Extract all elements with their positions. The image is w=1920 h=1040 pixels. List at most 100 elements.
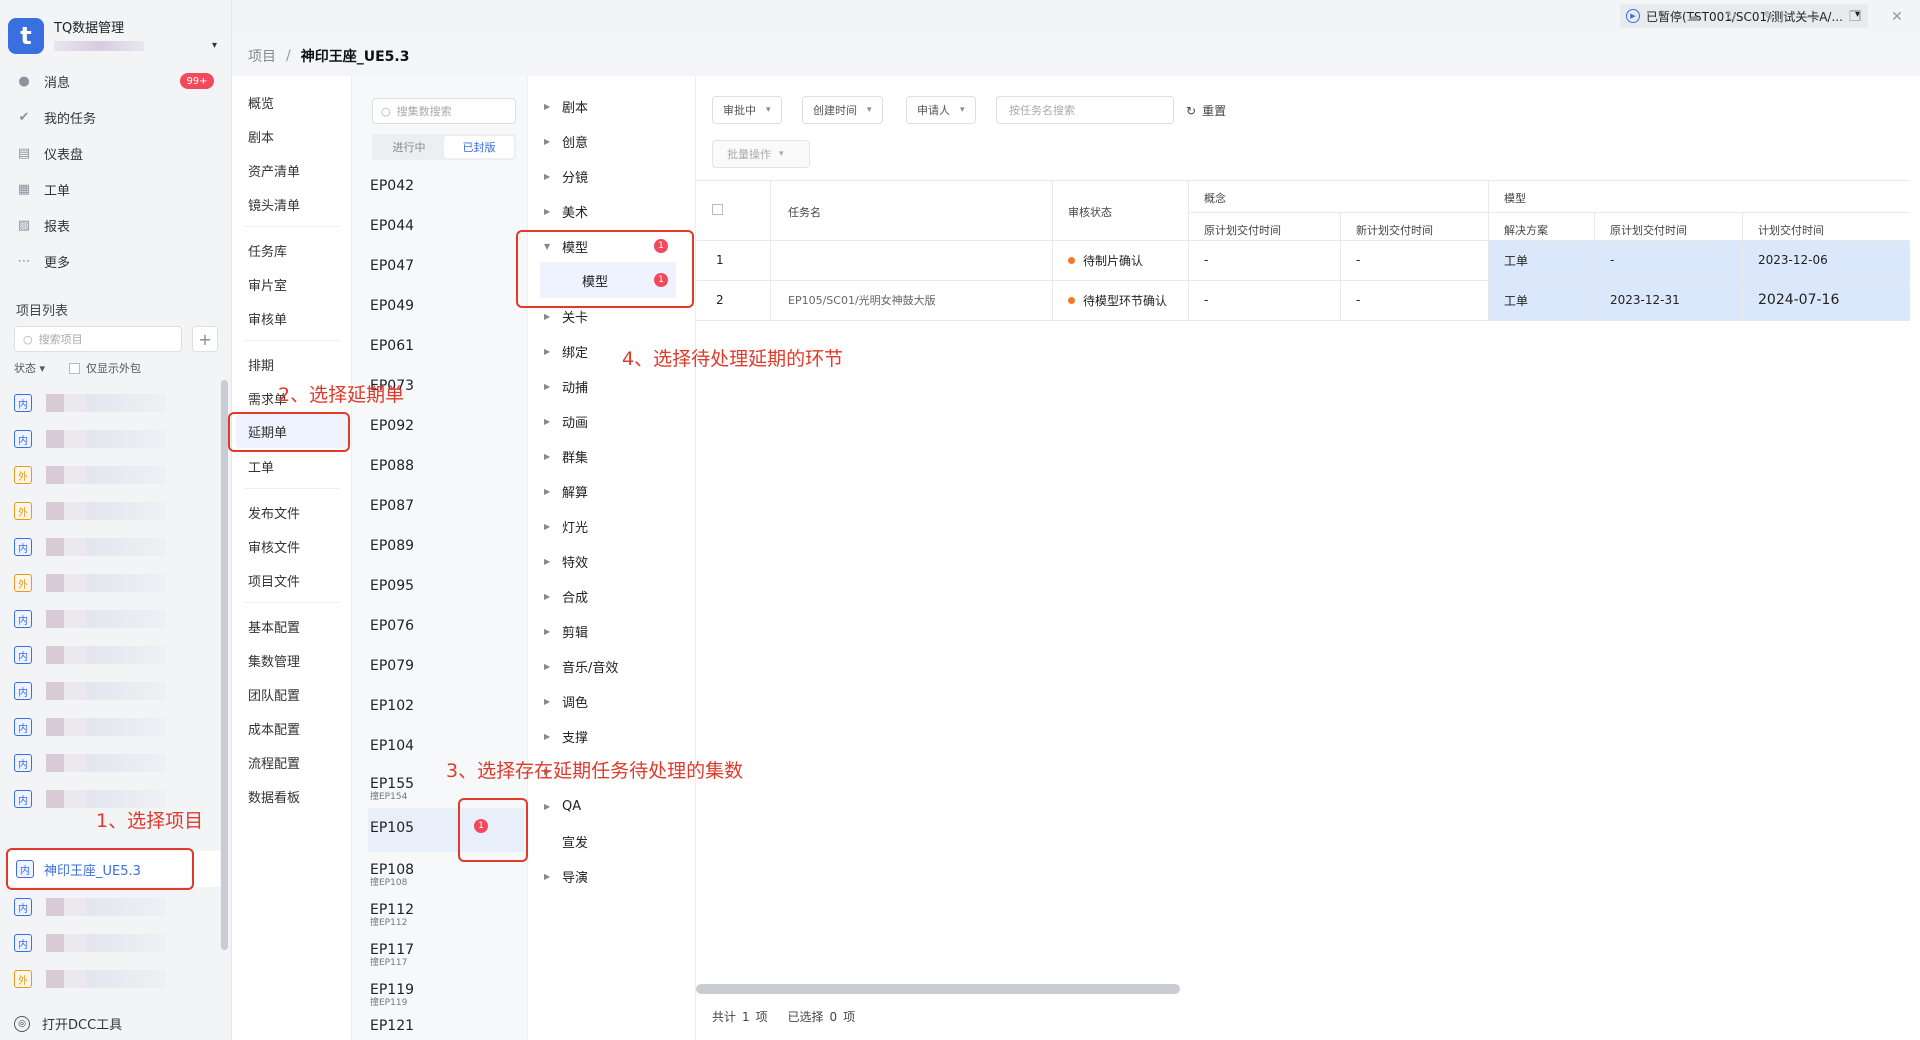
stage-item[interactable]: ▶ 调色 — [544, 691, 588, 711]
stage-item[interactable]: ▶ 剧本 — [544, 96, 588, 116]
stage-item[interactable]: ▶ QA — [544, 796, 581, 816]
subnav-shot-list[interactable]: 镜头清单 — [248, 194, 300, 214]
subnav-script[interactable]: 剧本 — [248, 126, 274, 146]
project-item[interactable]: 内 — [14, 644, 166, 666]
episode-item[interactable]: EP044 — [370, 218, 414, 234]
filter-applicant[interactable]: 申请人 ▾ — [906, 96, 976, 124]
tab-sealed[interactable]: 已封版 — [444, 136, 514, 158]
stage-item[interactable]: ▶ 分镜 — [544, 166, 588, 186]
stage-item[interactable]: ▶ 绑定 — [544, 341, 588, 361]
stage-item[interactable]: ▶ 美术 — [544, 201, 588, 221]
brand[interactable]: t TQ数据管理 — [8, 18, 144, 54]
episode-item[interactable]: EP108 撞EP108 — [370, 862, 414, 888]
project-item[interactable]: 外 — [14, 500, 166, 522]
project-item[interactable]: 外 — [14, 464, 166, 486]
episode-item[interactable]: EP088 — [370, 458, 414, 474]
project-item[interactable]: 内 — [14, 392, 166, 414]
stage-item[interactable]: ▶ 动画 — [544, 411, 588, 431]
close-icon[interactable]: ✕ — [1888, 8, 1906, 26]
stage-item[interactable]: ▶ 灯光 — [544, 516, 588, 536]
stage-item[interactable]: ▶ 剪辑 — [544, 621, 588, 641]
nav-my-tasks[interactable]: ✔ 我的任务 — [16, 106, 96, 128]
project-item[interactable]: 内 — [14, 536, 166, 558]
stage-item[interactable]: ▶ 支撑 — [544, 726, 588, 746]
nav-tickets[interactable]: ▦ 工单 — [16, 178, 70, 200]
episode-item[interactable]: EP061 — [370, 338, 414, 354]
paused-task-dropdown[interactable]: ▶ 已暂停(TST001/SC01/测试关卡A/... ▾ — [1620, 4, 1868, 28]
episode-item[interactable]: EP112 撞EP112 — [370, 902, 414, 928]
subnav-cost-config[interactable]: 成本配置 — [248, 718, 300, 738]
refresh-icon[interactable]: ↻ — [1722, 8, 1740, 26]
project-item[interactable]: 内 — [14, 680, 166, 702]
stage-item[interactable]: ▶ 关卡 — [544, 306, 588, 326]
workspace-caret-icon[interactable]: ▾ — [212, 40, 217, 51]
select-all-checkbox[interactable] — [712, 204, 723, 215]
stage-item[interactable]: ▶ 动捕 — [544, 376, 588, 396]
subnav-basic-config[interactable]: 基本配置 — [248, 616, 300, 636]
open-dcc-button[interactable]: ◎ 打开DCC工具 — [14, 1014, 122, 1033]
subnav-review-forms[interactable]: 审核单 — [248, 308, 287, 328]
batch-action-button[interactable]: 批量操作 ▾ — [712, 140, 810, 168]
stage-item[interactable]: ▶ 特效 — [544, 551, 588, 571]
restore-icon[interactable]: ❐ — [1846, 8, 1864, 26]
subnav-publish-files[interactable]: 发布文件 — [248, 502, 300, 522]
stage-item[interactable]: 宣发 — [562, 831, 588, 851]
subnav-review-room[interactable]: 审片室 — [248, 274, 287, 294]
episode-item[interactable]: EP089 — [370, 538, 414, 554]
episode-item[interactable]: EP042 — [370, 178, 414, 194]
nav-messages[interactable]: ● 消息 — [16, 70, 70, 92]
episode-item[interactable]: EP102 — [370, 698, 414, 714]
add-project-button[interactable]: + — [192, 326, 218, 352]
episode-item[interactable]: EP092 — [370, 418, 414, 434]
subnav-task-library[interactable]: 任务库 — [248, 240, 287, 260]
project-search-input[interactable]: ○ 搜索项目 — [14, 326, 182, 352]
episode-item-selected[interactable]: EP105 — [370, 820, 414, 836]
episode-item[interactable]: EP047 — [370, 258, 414, 274]
nav-more[interactable]: ⋯ 更多 — [16, 250, 71, 272]
minimize-icon[interactable]: — — [1804, 8, 1822, 26]
subnav-review-files[interactable]: 审核文件 — [248, 536, 300, 556]
subnav-project-files[interactable]: 项目文件 — [248, 570, 300, 590]
episode-search-input[interactable]: ○ 搜集数搜索 — [372, 98, 516, 124]
tab-in-progress[interactable]: 进行中 — [374, 136, 444, 158]
table-horizontal-scrollbar[interactable] — [696, 984, 1180, 994]
project-item[interactable]: 内 — [14, 752, 166, 774]
project-item[interactable]: 外 — [14, 968, 166, 990]
only-external-checkbox[interactable] — [69, 362, 81, 374]
filter-reviewing[interactable]: 审批中 ▾ — [712, 96, 782, 124]
nav-dashboard[interactable]: ▤ 仪表盘 — [16, 142, 83, 164]
episode-item[interactable]: EP095 — [370, 578, 414, 594]
cloud-icon[interactable]: ☁ — [1684, 8, 1702, 26]
episode-item[interactable]: EP121 — [370, 1018, 414, 1034]
status-filter[interactable]: 状态 ▾ — [14, 360, 45, 376]
subnav-asset-list[interactable]: 资产清单 — [248, 160, 300, 180]
reset-button[interactable]: ↻ 重置 — [1186, 102, 1226, 119]
subnav-team-config[interactable]: 团队配置 — [248, 684, 300, 704]
episode-item[interactable]: EP049 — [370, 298, 414, 314]
project-item[interactable]: 外 — [14, 572, 166, 594]
subnav-flow-config[interactable]: 流程配置 — [248, 752, 300, 772]
stage-item[interactable]: ▶ 导演 — [544, 866, 588, 886]
breadcrumb-root[interactable]: 项目 — [248, 46, 276, 66]
project-item[interactable]: 内 — [14, 896, 166, 918]
subnav-data-board[interactable]: 数据看板 — [248, 786, 300, 806]
episode-item[interactable]: EP079 — [370, 658, 414, 674]
project-item[interactable]: 内 — [14, 716, 166, 738]
stage-item[interactable]: ▶ 解算 — [544, 481, 588, 501]
stage-item[interactable]: ▶ 合成 — [544, 586, 588, 606]
project-item[interactable]: 内 — [14, 428, 166, 450]
episode-item[interactable]: EP087 — [370, 498, 414, 514]
episode-item[interactable]: EP119 撞EP119 — [370, 982, 414, 1008]
subnav-schedule[interactable]: 排期 — [248, 354, 274, 374]
stage-item[interactable]: ▶ 群集 — [544, 446, 588, 466]
episode-item[interactable]: EP155 撞EP154 — [370, 776, 414, 802]
stage-item[interactable]: ▶ 音乐/音效 — [544, 656, 618, 676]
episode-item[interactable]: EP104 — [370, 738, 414, 754]
task-search-input[interactable]: 按任务名搜索 — [996, 96, 1174, 124]
subnav-episode-mgmt[interactable]: 集数管理 — [248, 650, 300, 670]
nav-reports[interactable]: ▨ 报表 — [16, 214, 70, 236]
filter-created-time[interactable]: 创建时间 ▾ — [802, 96, 883, 124]
project-list-scrollbar[interactable] — [221, 380, 228, 950]
subnav-tickets[interactable]: 工单 — [248, 456, 274, 476]
pin-icon[interactable]: ✎ — [1760, 8, 1778, 26]
